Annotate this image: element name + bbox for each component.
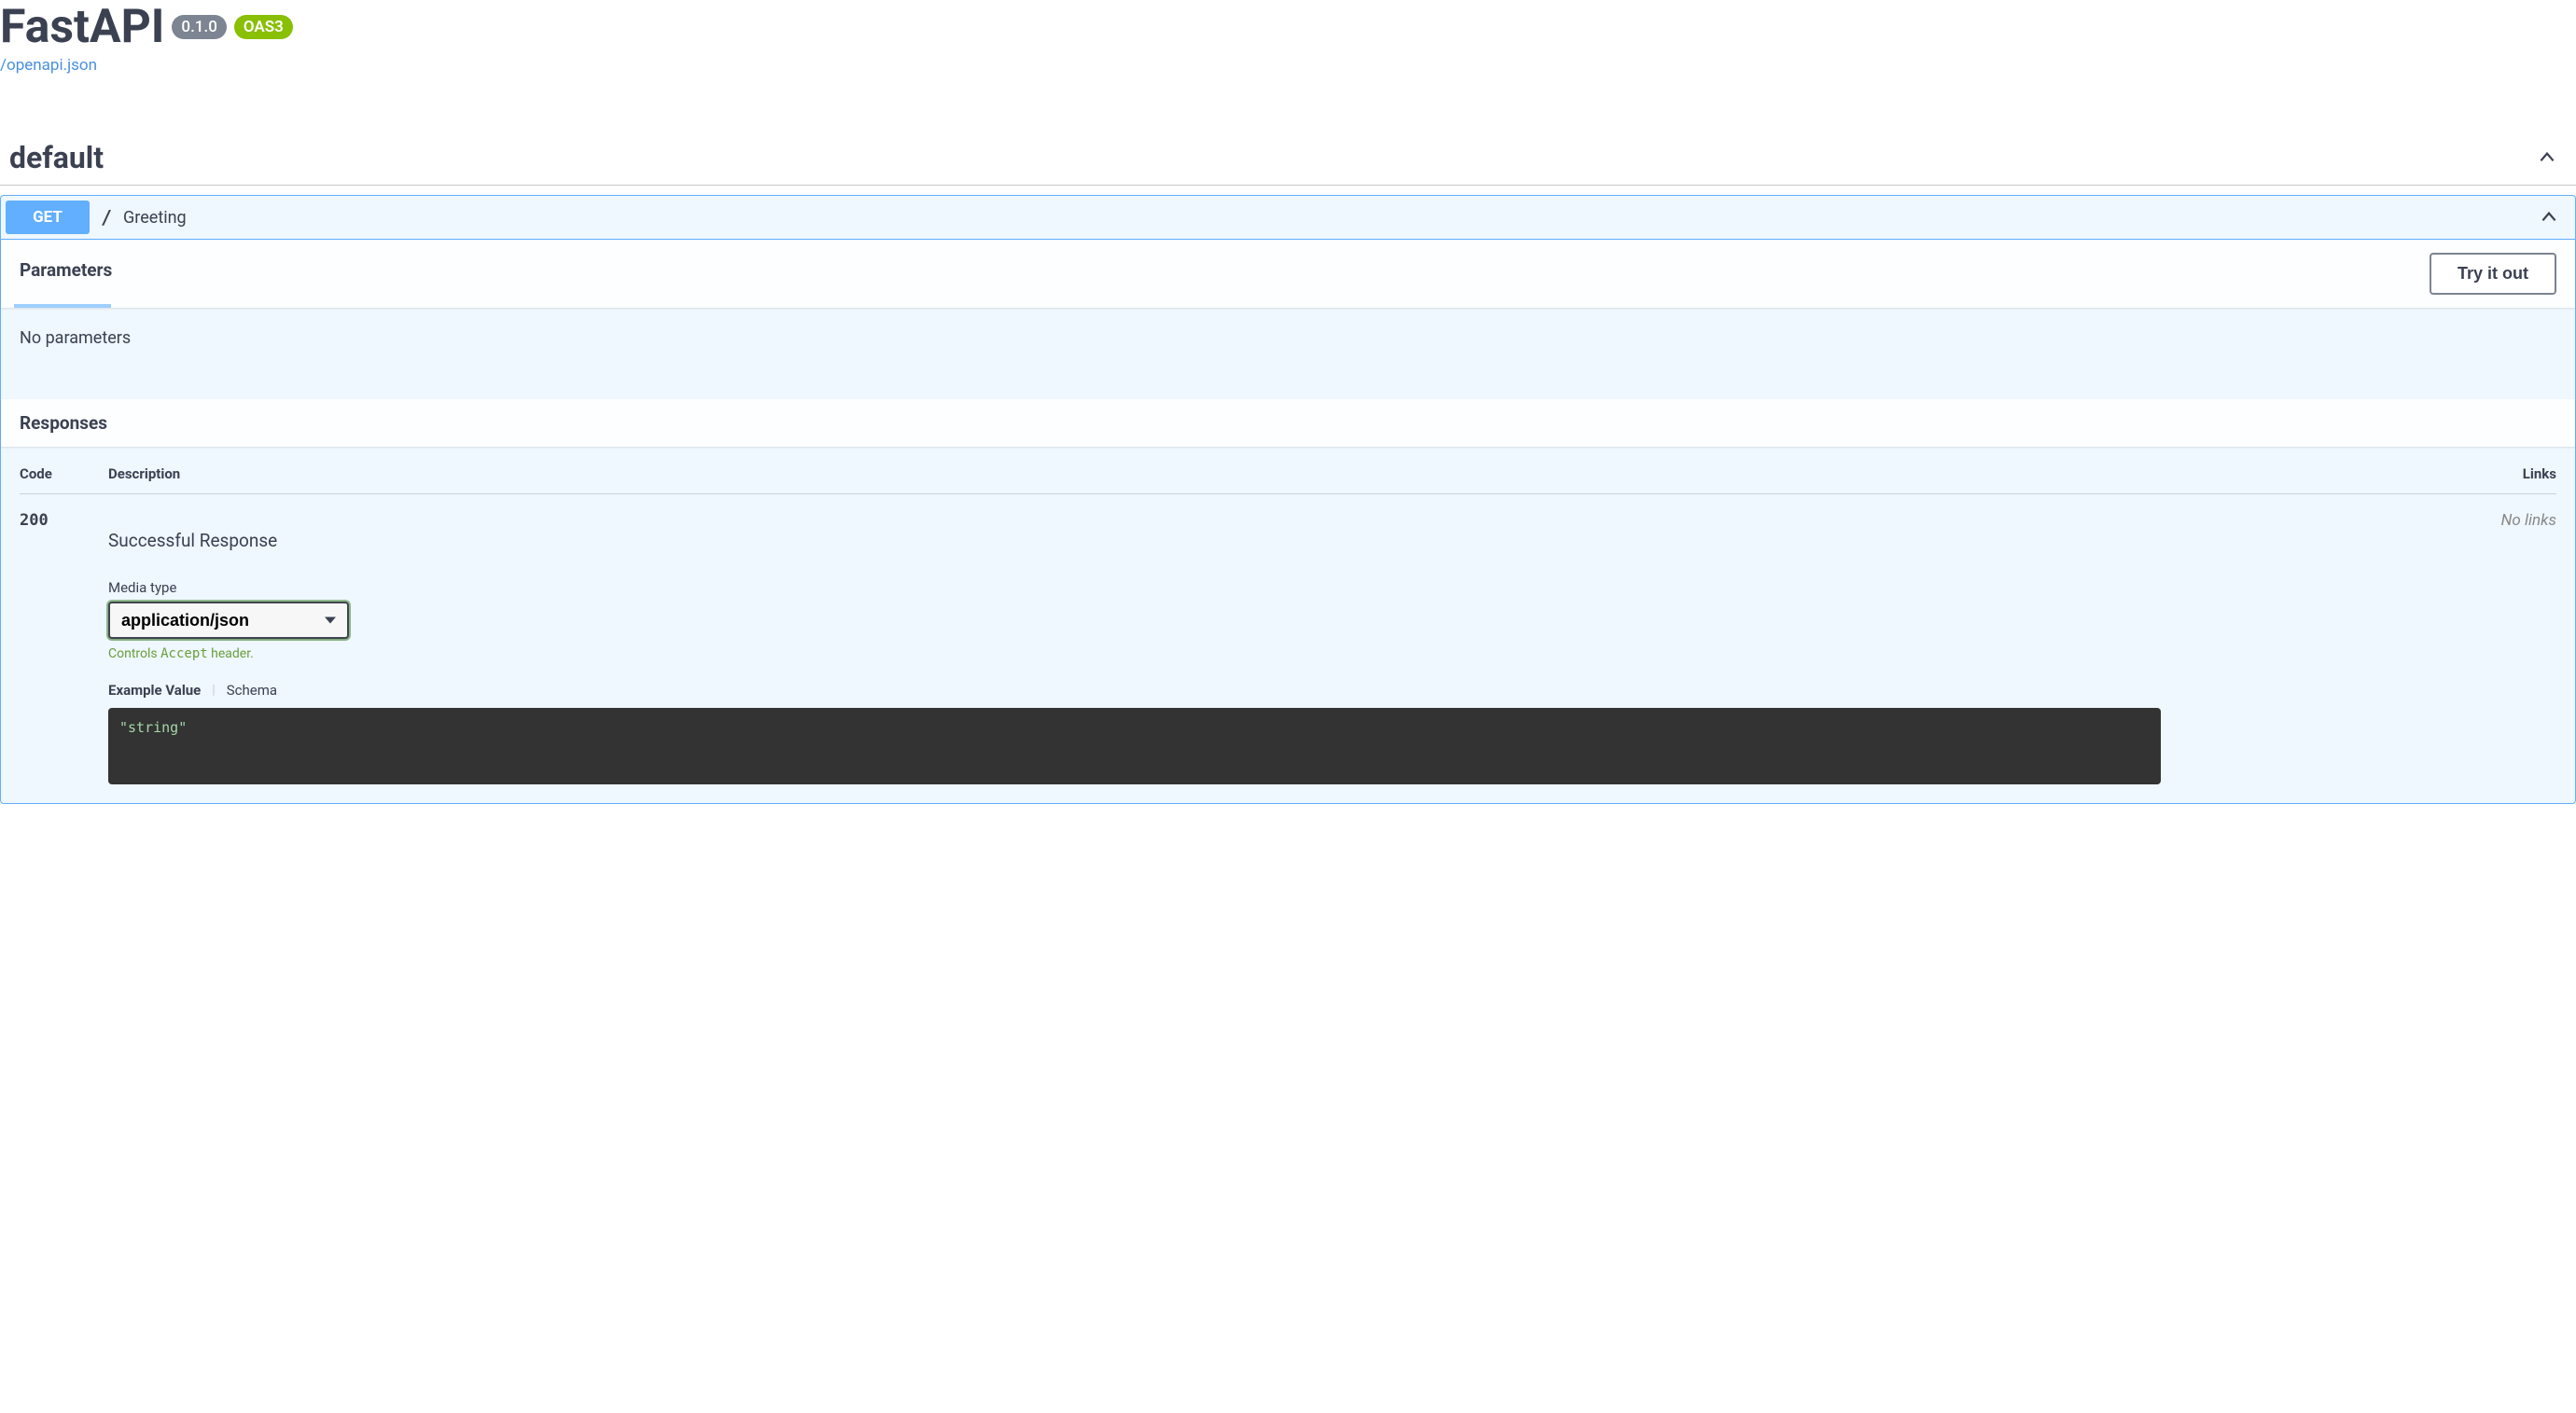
column-code: Code (20, 465, 108, 482)
api-title: FastAPI (0, 0, 164, 54)
oas-badge: OAS3 (234, 15, 293, 39)
hint-suffix: header. (208, 646, 254, 661)
tab-divider: | (212, 683, 215, 698)
no-parameters-text: No parameters (20, 328, 2556, 348)
column-links: Links (2468, 465, 2556, 482)
try-it-out-button[interactable]: Try it out (2430, 253, 2556, 295)
parameters-header: Parameters Try it out (1, 240, 2575, 308)
tab-schema[interactable]: Schema (227, 682, 277, 699)
method-badge-get: GET (6, 201, 90, 234)
operation-summary-text: Greeting (123, 208, 2539, 228)
media-type-select-wrapper: application/json (108, 602, 349, 639)
tab-underline (14, 304, 111, 308)
hint-prefix: Controls (108, 646, 160, 661)
example-code-block: "string" (108, 708, 2161, 784)
section-name: default (9, 140, 104, 175)
media-type-select[interactable]: application/json (108, 602, 349, 639)
response-description: Successful Response (108, 530, 2468, 551)
chevron-up-icon (2537, 147, 2557, 168)
table-row: 200 Successful Response Media type appli… (20, 511, 2556, 784)
operation-path: / (90, 206, 123, 229)
responses-header: Responses (1, 399, 2575, 447)
response-description-cell: Successful Response Media type applicati… (108, 511, 2468, 784)
responses-title: Responses (20, 412, 107, 434)
version-badge: 0.1.0 (172, 15, 226, 39)
response-links: No links (2468, 511, 2556, 784)
title-row: FastAPI 0.1.0 OAS3 (0, 0, 2576, 54)
accept-header-hint: Controls Accept header. (108, 646, 2468, 661)
responses-table: Code Description Links 200 Successful Re… (1, 447, 2575, 803)
openapi-json-link[interactable]: /openapi.json (0, 56, 2576, 75)
section-tag-default[interactable]: default (0, 131, 2576, 186)
operation-body: Parameters Try it out No parameters Resp… (1, 239, 2575, 803)
api-header: FastAPI 0.1.0 OAS3 /openapi.json (0, 0, 2576, 75)
response-code: 200 (20, 511, 108, 784)
operation-block: GET / Greeting Parameters Try it out No … (0, 195, 2576, 804)
operation-summary[interactable]: GET / Greeting (1, 196, 2575, 239)
chevron-up-icon (2539, 207, 2559, 228)
hint-code: Accept (160, 646, 208, 661)
example-value: "string" (119, 719, 187, 736)
tab-example-value[interactable]: Example Value (108, 682, 201, 699)
parameters-tab[interactable]: Parameters (20, 259, 112, 288)
example-tabs: Example Value | Schema (108, 682, 2468, 699)
parameters-body: No parameters (1, 308, 2575, 399)
media-type-label: Media type (108, 579, 2468, 596)
column-description: Description (108, 465, 2468, 482)
table-header-row: Code Description Links (20, 465, 2556, 494)
